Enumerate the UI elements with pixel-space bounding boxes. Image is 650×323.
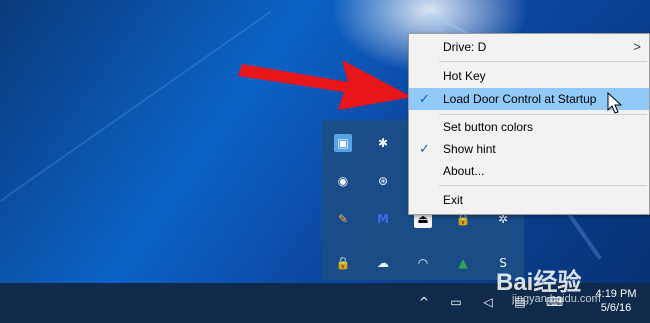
malwarebytes-icon[interactable]: M xyxy=(374,210,392,228)
google-drive-icon[interactable]: ▲ xyxy=(454,254,472,272)
menu-item-about[interactable]: About... xyxy=(409,160,649,182)
red-arrow-annotation xyxy=(238,60,412,110)
lock-icon[interactable]: 🔒 xyxy=(334,254,352,272)
sync-icon[interactable]: ⊛ xyxy=(374,172,392,190)
cloud-icon[interactable]: ☁ xyxy=(374,254,392,272)
context-menu: Drive: D > Hot Key ✓ Load Door Control a… xyxy=(408,33,650,215)
mouse-cursor-icon xyxy=(607,92,623,114)
menu-item-label: Show hint xyxy=(443,142,496,156)
chevron-up-icon[interactable]: ^ xyxy=(416,294,432,310)
menu-item-label: Load Door Control at Startup xyxy=(443,92,597,106)
menu-item-label: Set button colors xyxy=(443,120,534,134)
menu-item-hot-key[interactable]: Hot Key xyxy=(409,65,649,87)
menu-item-label: Drive: D xyxy=(443,40,487,54)
battery-icon[interactable]: ▭ xyxy=(448,294,464,310)
wifi-icon[interactable]: ◠ xyxy=(414,254,432,272)
bluetooth-icon[interactable]: ✱ xyxy=(374,134,392,152)
menu-item-label: Exit xyxy=(443,193,464,207)
checkmark-icon: ✓ xyxy=(419,141,430,156)
watermark-logo: Bai经验 xyxy=(496,269,582,296)
network-drive-icon[interactable]: ◉ xyxy=(334,172,352,190)
menu-separator xyxy=(439,185,647,186)
menu-item-show-hint[interactable]: ✓ Show hint xyxy=(409,138,649,160)
menu-item-exit[interactable]: Exit xyxy=(409,189,649,211)
watermark-url: jingyan.baidu.com xyxy=(512,293,601,305)
menu-separator xyxy=(439,114,647,115)
menu-separator xyxy=(439,61,647,62)
volume-muted-icon[interactable]: ◁ xyxy=(480,294,496,310)
menu-item-set-button-colors[interactable]: Set button colors xyxy=(409,116,649,138)
chevron-right-icon: > xyxy=(633,39,641,54)
menu-item-drive[interactable]: Drive: D > xyxy=(409,36,649,58)
chat-icon[interactable]: ✎ xyxy=(334,210,352,228)
app-tray-icon[interactable]: ▣ xyxy=(334,134,352,152)
light-beam xyxy=(0,10,272,202)
menu-item-label: Hot Key xyxy=(443,69,486,83)
checkmark-icon: ✓ xyxy=(419,91,430,106)
menu-item-label: About... xyxy=(443,164,485,178)
